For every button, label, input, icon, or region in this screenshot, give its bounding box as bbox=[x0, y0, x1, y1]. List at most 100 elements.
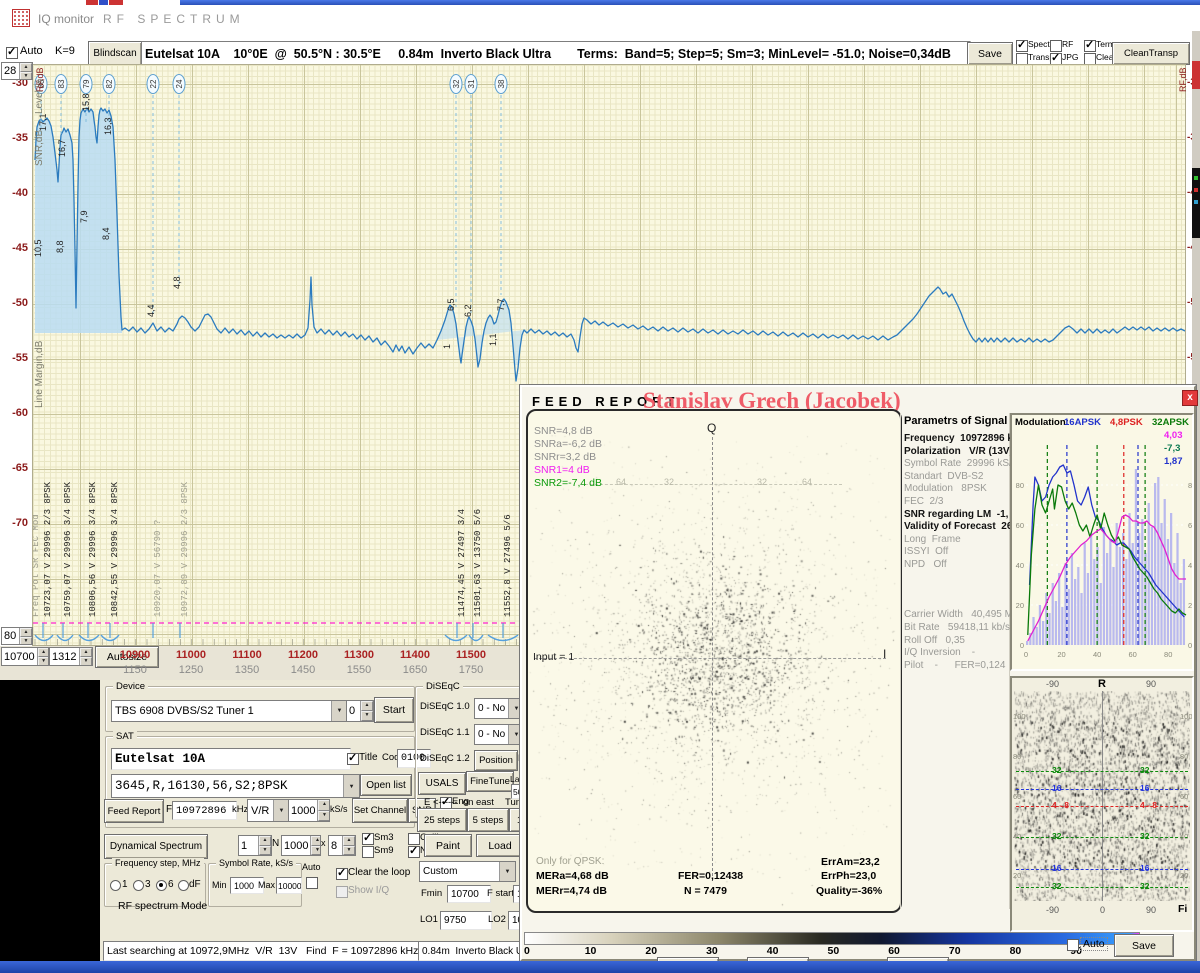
k-factor-label: K=9 bbox=[55, 45, 75, 57]
step-1-radio[interactable] bbox=[110, 880, 121, 891]
step-6-radio[interactable] bbox=[156, 880, 167, 891]
toolbar: Auto K=9 Blindscan Eutelsat 10A 10°0E @ … bbox=[0, 31, 1200, 64]
satellite-name-field[interactable]: Eutelsat 10A bbox=[111, 748, 351, 770]
lo1-field[interactable]: 9750 bbox=[440, 911, 492, 930]
diseqc12-label: DiSEqC 1.2 bbox=[420, 753, 470, 764]
sr-auto-checkbox[interactable] bbox=[306, 877, 318, 889]
finetune-button[interactable]: FineTune bbox=[466, 771, 514, 792]
chevron-down-icon[interactable]: ▼ bbox=[273, 800, 289, 821]
blindscan-button[interactable]: Blindscan bbox=[88, 41, 142, 66]
fi-bottom-right: 90 bbox=[1146, 905, 1156, 915]
title-checkbox[interactable] bbox=[347, 753, 359, 765]
open-list-button[interactable]: Open list bbox=[360, 774, 412, 796]
snr-line: SNRr=3,2 dB bbox=[534, 451, 596, 463]
mod-bar bbox=[1087, 573, 1089, 645]
noise-checkbox[interactable] bbox=[408, 846, 420, 858]
band-preset-select[interactable]: Custom▼ bbox=[419, 861, 516, 882]
mod-xtick: 40 bbox=[1093, 650, 1101, 659]
axis-caption-level: Level % bbox=[34, 78, 45, 114]
clear-loop-checkbox[interactable] bbox=[336, 868, 348, 880]
toolbar-check-terms[interactable] bbox=[1084, 40, 1096, 52]
x-tick-rf: 10900 bbox=[118, 649, 152, 661]
phase-threshold-line bbox=[1016, 869, 1188, 870]
x-tick-rf: 11500 bbox=[454, 649, 488, 661]
start-button[interactable]: Start bbox=[374, 697, 414, 723]
spinner-arrows[interactable]: ▲▼ bbox=[310, 836, 321, 855]
step-3-radio[interactable] bbox=[133, 880, 144, 891]
scan-terms-text: Terms: Band=5; Step=5; Sm=3; MinLevel= -… bbox=[577, 47, 951, 61]
transponder-preset-select[interactable]: 3645,R,16130,56,S2;8PSK▼ bbox=[111, 774, 360, 798]
axis-caption-snr: SNR,dB bbox=[34, 130, 45, 166]
dyn-n-spinner[interactable]: 1000▲▼ bbox=[281, 835, 321, 856]
signal-param: Standart DVB-S2 bbox=[904, 471, 983, 482]
tuner-select[interactable]: TBS 6908 DVBS/S2 Tuner 1▼ bbox=[111, 700, 348, 722]
toolbar-check-spectr[interactable] bbox=[1016, 40, 1028, 52]
paint-button[interactable]: Paint bbox=[424, 834, 472, 857]
fi-auto-checkbox[interactable] bbox=[1067, 939, 1079, 951]
diseqc10-select[interactable]: 0 - No▼ bbox=[474, 698, 525, 719]
spinner-arrows[interactable]: ▲▼ bbox=[342, 836, 355, 855]
load-button[interactable]: Load bbox=[476, 834, 524, 857]
close-icon[interactable]: x bbox=[1182, 390, 1198, 406]
chevron-down-icon[interactable]: ▼ bbox=[331, 701, 347, 721]
steps-5-button[interactable]: 5 steps bbox=[467, 808, 509, 832]
scale-tick: 50 bbox=[828, 945, 840, 957]
chevron-down-icon[interactable]: ▼ bbox=[343, 775, 359, 797]
lo2-label: LO2 bbox=[488, 914, 506, 925]
spinner-arrows[interactable]: ▲▼ bbox=[317, 800, 330, 821]
mod-bar bbox=[1084, 543, 1086, 645]
marker-level-value: 32 bbox=[452, 79, 461, 88]
marker-level-value: 24 bbox=[175, 79, 184, 88]
fmin-field[interactable]: 10700 bbox=[447, 885, 491, 903]
control-panel: Device TBS 6908 DVBS/S2 Tuner 1▼ 0▲▼ Sta… bbox=[100, 680, 524, 961]
level-bottom-spinner[interactable]: 80▲▼ bbox=[1, 627, 33, 645]
level-top-spinner[interactable]: 28▲▼ bbox=[1, 62, 33, 80]
usals-button[interactable]: USALS bbox=[418, 772, 466, 795]
step-df-radio[interactable] bbox=[178, 880, 189, 891]
steps-25-button[interactable]: 25 steps bbox=[417, 808, 467, 832]
trace-annotation: 4,4 bbox=[146, 304, 156, 317]
value-magenta: 4,03 bbox=[1164, 430, 1183, 441]
polarization-select[interactable]: V/R▼ bbox=[247, 799, 290, 822]
max-field[interactable]: 10000 bbox=[276, 877, 302, 894]
sm3-checkbox[interactable] bbox=[362, 833, 374, 845]
mod-ytick-left: 60 bbox=[1016, 521, 1024, 530]
fi-save-button[interactable]: Save bbox=[1114, 934, 1174, 957]
diseqc11-select[interactable]: 0 - No▼ bbox=[474, 724, 525, 745]
symbolrate-spinner[interactable]: 1000▲▼ bbox=[288, 799, 330, 822]
feed-report-button[interactable]: Feed Report bbox=[104, 799, 164, 823]
phase-threshold-line bbox=[1016, 789, 1188, 790]
fmin-label: Fmin bbox=[421, 888, 442, 899]
dynamical-spectrum-button[interactable]: Dynamical Spectrum bbox=[104, 834, 208, 859]
mod-ytick-right: 60 bbox=[1188, 521, 1192, 530]
mod-xtick: 20 bbox=[1057, 650, 1065, 659]
trace-annotation: 1 bbox=[442, 344, 452, 349]
position-button[interactable]: Position bbox=[474, 750, 518, 771]
spinner-arrows[interactable]: ▲▼ bbox=[258, 836, 271, 855]
chevron-down-icon[interactable]: ▼ bbox=[499, 862, 515, 881]
tuner-index-spinner[interactable]: 0▲▼ bbox=[346, 700, 374, 722]
clean-transp-button[interactable]: CleanTransp bbox=[1112, 42, 1190, 65]
spinner-arrows[interactable]: ▲▼ bbox=[360, 701, 373, 721]
toolbar-check-label: Spectr bbox=[1028, 39, 1053, 49]
modulation-legend-label: Modulation: bbox=[1015, 417, 1069, 428]
frequency-field[interactable]: 10972896 bbox=[172, 801, 237, 820]
spinner-arrows[interactable]: ▲▼ bbox=[19, 63, 32, 79]
trace-annotation: 4,8 bbox=[172, 276, 182, 289]
mod-xtick: 0 bbox=[1024, 650, 1028, 659]
auto-checkbox[interactable] bbox=[6, 47, 18, 59]
phase-ytick: 100 bbox=[1013, 712, 1026, 721]
set-channel-button[interactable]: Set Channel bbox=[352, 798, 408, 823]
show-iq-checkbox bbox=[336, 886, 348, 898]
save-button[interactable]: Save bbox=[967, 42, 1013, 65]
snr-line: SNRa=-6,2 dB bbox=[534, 438, 602, 450]
value-blue: 1,87 bbox=[1164, 456, 1183, 467]
dyn-count-spinner[interactable]: 1▲▼ bbox=[238, 835, 272, 856]
toolbar-check-group: SpectrTransp.RFJPGTermsClean bbox=[1016, 40, 1110, 66]
dyn-x-spinner[interactable]: 8▲▼ bbox=[328, 835, 356, 856]
sm9-checkbox[interactable] bbox=[362, 846, 374, 858]
marker-level-value: 38 bbox=[497, 79, 506, 88]
mod-bar bbox=[1183, 559, 1185, 645]
sm9-label: Sm9 bbox=[374, 845, 394, 856]
spinner-arrows[interactable]: ▲▼ bbox=[19, 628, 32, 644]
